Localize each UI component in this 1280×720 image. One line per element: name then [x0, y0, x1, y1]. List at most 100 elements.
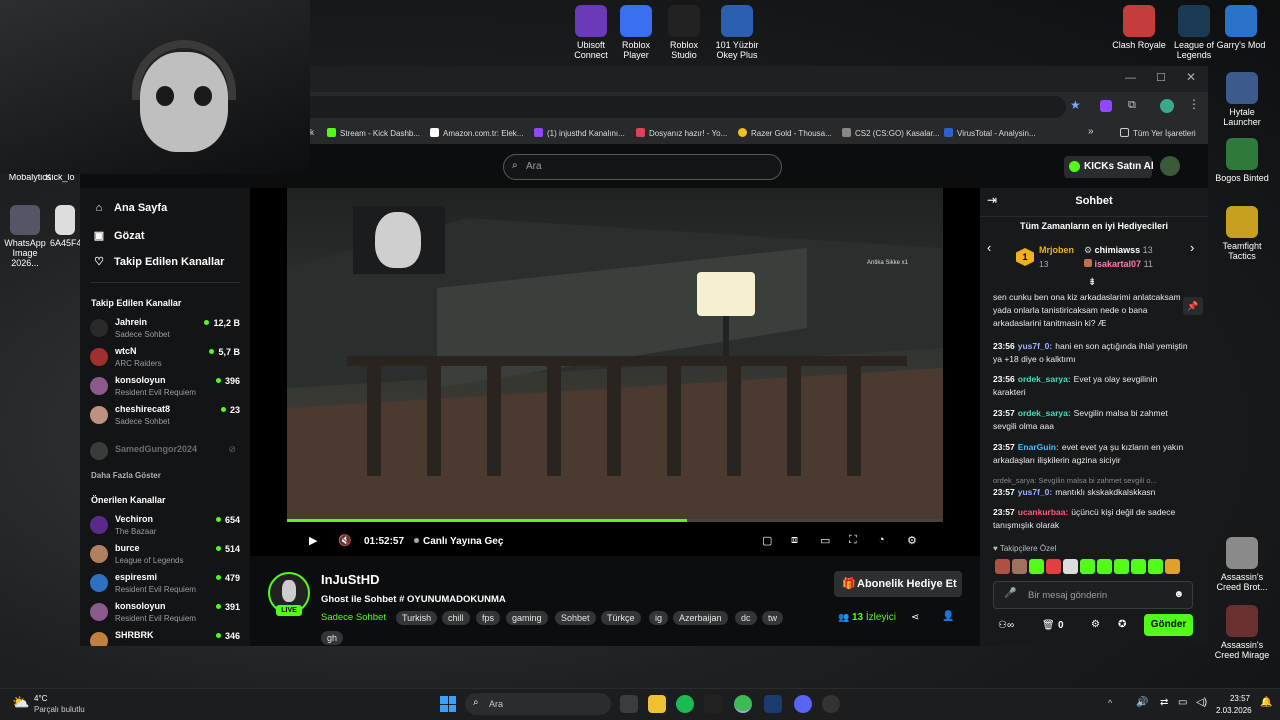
desktop-icon-whatsapp-image[interactable]: WhatsApp Image 2026... [0, 205, 50, 268]
expand-gifters-icon[interactable]: ⇟ [1088, 277, 1096, 288]
desktop-icon-file[interactable]: 6A45F4... [50, 205, 89, 248]
chrome-icon[interactable] [734, 695, 752, 713]
star-icon[interactable]: ★ [1070, 98, 1081, 112]
clock-date[interactable]: 2.03.2026 [1216, 706, 1252, 715]
nav-browse[interactable]: ▣ Gözat [92, 229, 145, 242]
emote-icon[interactable] [1114, 559, 1129, 574]
share-icon[interactable]: ⋖ [911, 612, 919, 623]
channel-item[interactable]: konsoloyun Resident Evil Requiem 396 [90, 375, 240, 401]
desktop-icon[interactable]: Roblox Player [612, 5, 660, 60]
gifters-next-icon[interactable]: › [1190, 240, 1194, 255]
tag-pill[interactable]: Azerbaijan [673, 611, 728, 625]
bookmark-item[interactable]: (1) injusthd Kanalını... [534, 128, 625, 138]
follow-user-icon[interactable]: 👤 [942, 611, 954, 622]
clock-time[interactable]: 23:57 [1228, 694, 1250, 703]
bookmark-item[interactable]: Amazon.com.tr: Elek... [430, 128, 523, 138]
send-button[interactable]: Gönder [1144, 614, 1193, 636]
gifter-item[interactable]: ⚙ chimiawss 13 [1084, 245, 1153, 256]
app-icon[interactable] [704, 695, 722, 713]
message-username[interactable]: yus7f_0: [1018, 341, 1053, 351]
desktop-icon[interactable]: Clash Royale [1110, 5, 1168, 50]
notifications-icon[interactable]: 🔔 [1260, 697, 1272, 708]
emote-icon[interactable] [1148, 559, 1163, 574]
maximize-icon[interactable]: ☐ [1156, 71, 1166, 84]
tag-pill[interactable]: gaming [506, 611, 548, 625]
channel-item[interactable]: SHRBRK 346 [90, 630, 240, 646]
tag-pill[interactable]: tw [762, 611, 783, 625]
gifter-item[interactable]: isakartal07 11 [1084, 259, 1153, 269]
speaker-icon[interactable]: ◁) [1196, 697, 1207, 708]
bookmark-item[interactable]: Dosyanız hazır! - Yo... [636, 128, 727, 138]
bookmark-item[interactable]: k [310, 128, 314, 137]
desktop-icon[interactable]: Bogos Binted [1212, 138, 1272, 183]
file-explorer-icon[interactable] [648, 695, 666, 713]
settings-icon[interactable]: ⚙ [907, 534, 917, 547]
emote-icon[interactable] [1063, 559, 1078, 574]
desktop-icon[interactable]: Teamfight Tactics [1212, 206, 1272, 261]
menu-dots-icon[interactable]: ⋮ [1188, 97, 1200, 111]
channel-item[interactable]: cheshirecat8 Sadece Sohbet 23 [90, 404, 240, 430]
stream-category[interactable]: Sadece Sohbet [321, 612, 386, 623]
spotify-icon[interactable] [676, 695, 694, 713]
emote-icon[interactable] [1097, 559, 1112, 574]
taskbar-search[interactable]: ⌕ Ara [465, 693, 611, 715]
tag-pill[interactable]: Turkish [396, 611, 438, 625]
desktop-icon[interactable]: Roblox Studio [660, 5, 708, 60]
channel-item-offline[interactable]: SamedGungor2024 ⊘ [90, 440, 240, 466]
fullscreen-icon[interactable]: ⛶ [849, 534, 857, 547]
desktop-icon[interactable]: Assassin's Creed Brot... [1212, 537, 1272, 592]
channel-points-icon[interactable]: ⚇∞ [998, 620, 1014, 631]
message-username[interactable]: ordek_sarya: [1018, 374, 1071, 384]
badge-icon[interactable]: ✪ [1118, 619, 1126, 630]
nav-home[interactable]: ⌂ Ana Sayfa [92, 202, 168, 214]
puzzle-icon[interactable]: ⧉ [1128, 99, 1136, 112]
message-username[interactable]: ucankurbaa: [1018, 507, 1069, 517]
theater-icon[interactable]: ▭ [820, 534, 830, 547]
discord-icon[interactable] [794, 695, 812, 713]
desktop-icon[interactable]: Ubisoft Connect [567, 5, 615, 60]
task-view-icon[interactable] [620, 695, 638, 713]
app-icon-2[interactable] [822, 695, 840, 713]
user-avatar[interactable] [1160, 156, 1180, 176]
chat-settings-icon[interactable]: ⚙ [1091, 619, 1100, 630]
emote-icon[interactable] [1029, 559, 1044, 574]
network-icon[interactable]: ▭ [1178, 697, 1187, 708]
play-icon[interactable]: ▶ [309, 534, 317, 547]
channel-item[interactable]: wtcN ARC Raiders 5,7 B [90, 346, 240, 372]
pip-icon[interactable]: ▢ [762, 534, 772, 547]
desktop-icon[interactable]: Garry's Mod [1212, 5, 1270, 50]
desktop-icon[interactable]: Hytale Launcher [1212, 72, 1272, 127]
tag-pill[interactable]: chill [442, 611, 470, 625]
bookmark-item[interactable]: CS2 (CS:GO) Kasalar... [842, 128, 939, 138]
bookmark-item[interactable]: Stream - Kick Dashb... [327, 128, 420, 138]
search-input[interactable]: ⌕ Ara [503, 154, 782, 180]
tag-pill[interactable]: ig [649, 611, 669, 625]
language-icon[interactable]: ⇄ [1160, 697, 1168, 708]
emote-icon[interactable] [995, 559, 1010, 574]
bookmark-item[interactable]: Razer Gold - Thousa... [738, 128, 832, 138]
channel-item[interactable]: Vechiron The Bazaar 654 [90, 514, 240, 540]
extension-icon[interactable] [1100, 100, 1112, 112]
channel-item[interactable]: burce League of Legends 514 [90, 543, 240, 569]
emote-icon[interactable] [1165, 559, 1180, 574]
url-field[interactable] [230, 96, 1066, 118]
show-more-link[interactable]: Daha Fazla Göster [91, 471, 161, 480]
tag-pill[interactable]: dc [735, 611, 757, 625]
desktop-icon[interactable]: Assassin's Creed Mirage [1212, 605, 1272, 660]
emote-icon[interactable] [1012, 559, 1027, 574]
speed-icon[interactable]: ◔ [878, 534, 885, 546]
gifters-prev-icon[interactable]: ‹ [987, 240, 991, 255]
nav-following[interactable]: ♡ Takip Edilen Kanallar [92, 255, 224, 268]
desktop-icon[interactable]: 101 Yüzbir Okey Plus [713, 5, 761, 60]
buy-kicks-button[interactable]: KICKs Satın Al [1064, 156, 1154, 178]
gifter-name[interactable]: Mrjoben [1039, 245, 1074, 255]
mute-icon[interactable]: 🔇 [338, 534, 352, 547]
clip-icon[interactable]: ⧈ [791, 534, 798, 547]
all-bookmarks-button[interactable]: Tüm Yer İşaretleri [1120, 128, 1196, 138]
start-icon[interactable] [440, 696, 456, 712]
emote-icon[interactable] [1046, 559, 1061, 574]
emote-icon[interactable] [1131, 559, 1146, 574]
tag-pill[interactable]: Sohbet [555, 611, 596, 625]
channel-item[interactable]: Jahrein Sadece Sohbet 12,2 B [90, 317, 240, 343]
gift-subscription-button[interactable]: 🎁 Abonelik Hediye Et [834, 571, 962, 597]
